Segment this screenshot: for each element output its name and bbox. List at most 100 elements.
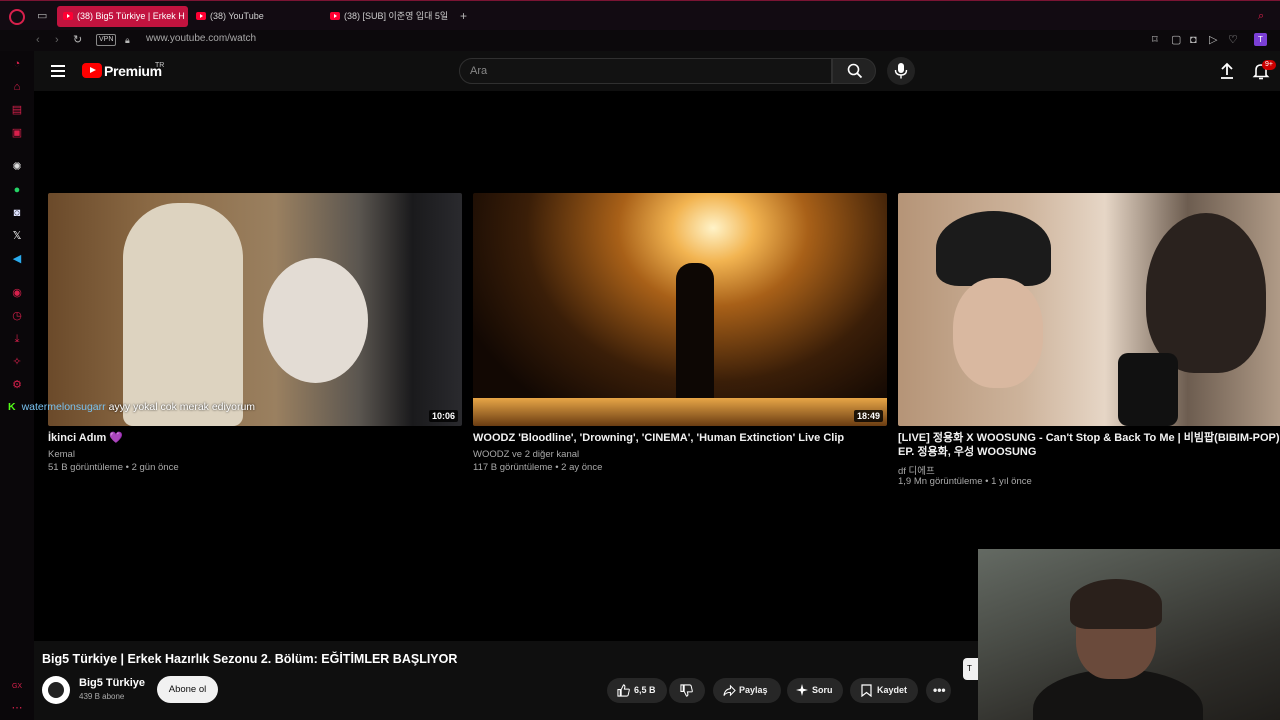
youtube-favicon-icon [330, 12, 340, 20]
tab-youtube[interactable]: (38) YouTube [190, 6, 320, 27]
share-icon [723, 684, 736, 697]
subscribe-button[interactable]: Abone ol [157, 676, 218, 703]
player-sidebar-icon[interactable]: ◉ [10, 286, 24, 300]
thumbnail-performer [676, 263, 714, 403]
chat-message-text: ayyy yokal cok merak ediyorum [108, 401, 256, 413]
gx-icon[interactable]: GX [10, 680, 24, 694]
video-thumbnail[interactable]: 18:49 [473, 193, 887, 426]
pinboard-icon[interactable]: ▤ [10, 103, 24, 117]
extension-icon[interactable]: ◘ [1190, 33, 1197, 47]
webcam-overlay [978, 549, 1280, 720]
browser-tab-bar: ▭ (38) Big5 Türkiye | Erkek H (38) YouTu… [0, 0, 1280, 30]
voice-search-button[interactable] [887, 57, 915, 85]
aria-icon[interactable]: ◔ [10, 57, 24, 71]
discord-icon[interactable]: ◙ [10, 206, 24, 220]
more-dots-icon: ••• [933, 683, 946, 697]
webcam-person-hair [1070, 579, 1162, 629]
opera-logo-icon[interactable] [9, 9, 25, 25]
tab-label: (38) YouTube [210, 11, 264, 21]
thumbs-up-icon [617, 684, 630, 697]
search-icon [847, 63, 863, 79]
bookmark-icon[interactable]: ⌑ [1152, 33, 1158, 47]
snapshot-icon[interactable]: ▢ [1171, 33, 1181, 47]
ask-button[interactable]: Soru [787, 678, 843, 703]
browser-sidebar: ◔ ⌂ ▤ ▣ ✺ ● ◙ 𝕏 ◀ ◉ ◷ ⤓ ✧ ⚙ GX ⋯ [0, 51, 34, 720]
tab-label: (38) [SUB] 이준영 입대 5일 [344, 11, 449, 21]
tab-label: (38) Big5 Türkiye | Erkek H [77, 11, 185, 21]
thumbs-down-icon [680, 684, 693, 697]
search-button[interactable] [832, 58, 876, 84]
settings-icon[interactable]: ⚙ [10, 378, 24, 392]
address-bar: ‹ › ↻ VPN 🔒︎ www.youtube.com/watch ⌑ ▢ ◘… [0, 30, 1280, 51]
video-title[interactable]: İkinci Adım 💜 [48, 431, 468, 445]
save-button[interactable]: Kaydet [850, 678, 918, 703]
video-channel[interactable]: df 디에프 [898, 463, 935, 477]
tab-search-icon[interactable]: ⌕ [1258, 9, 1264, 23]
video-channel[interactable]: Kemal [48, 449, 75, 460]
profile-icon[interactable]: T [1254, 33, 1267, 46]
tab-big5[interactable]: (38) Big5 Türkiye | Erkek H [57, 6, 188, 27]
extensions-sidebar-icon[interactable]: ✧ [10, 355, 24, 369]
player-icon[interactable]: ▷ [1209, 33, 1217, 47]
video-meta: 51 B görüntüleme • 2 gün önce [48, 462, 179, 473]
whatsapp-icon[interactable]: ● [10, 183, 24, 197]
region-code: TR [155, 62, 165, 69]
video-duration: 18:49 [853, 410, 883, 422]
url-field[interactable]: www.youtube.com/watch [146, 33, 256, 44]
kick-icon: K [8, 401, 16, 413]
ask-label: Soru [812, 685, 833, 695]
channel-name[interactable]: Big5 Türkiye [79, 677, 145, 689]
sparkle-icon [796, 684, 808, 696]
dislike-button[interactable] [669, 678, 705, 703]
video-meta: 117 B görüntüleme • 2 ay önce [473, 462, 603, 473]
more-icon[interactable]: ⋯ [10, 701, 24, 715]
video-title[interactable]: WOODZ 'Bloodline', 'Drowning', 'CINEMA',… [473, 431, 893, 445]
notification-count-badge: 9+ [1262, 60, 1276, 70]
back-icon[interactable]: ‹ [36, 33, 40, 47]
x-twitter-icon[interactable]: 𝕏 [10, 229, 24, 243]
side-panel-tab[interactable]: T [963, 658, 978, 680]
thumbnail-person-right [1146, 213, 1266, 373]
new-tab-button[interactable]: + [460, 9, 467, 23]
thumbnail-stage-floor [473, 398, 887, 426]
video-channel[interactable]: WOODZ ve 2 diğer kanal [473, 449, 579, 460]
hamburger-menu-icon[interactable] [51, 65, 65, 77]
music-icon[interactable]: ▣ [10, 126, 24, 140]
bookmark-save-icon [861, 684, 872, 697]
save-label: Kaydet [877, 685, 908, 695]
workspaces-icon[interactable]: ▭ [37, 9, 47, 23]
upload-icon [1221, 62, 1233, 79]
more-actions-button[interactable]: ••• [926, 678, 951, 703]
video-thumbnail[interactable] [898, 193, 1280, 426]
youtube-favicon-icon [196, 12, 206, 20]
video-title[interactable]: [LIVE] 정용화 X WOOSUNG - Can't Stop & Back… [898, 431, 1280, 459]
vpn-badge[interactable]: VPN [96, 34, 117, 46]
subscriber-count: 439 B abone [79, 692, 125, 701]
chatgpt-icon[interactable]: ✺ [10, 160, 24, 174]
forward-icon[interactable]: › [55, 33, 59, 47]
microphone-icon [894, 63, 908, 79]
video-meta: 1,9 Mn görüntüleme • 1 yıl önce [898, 476, 1032, 487]
heart-icon[interactable]: ♡ [1228, 33, 1238, 47]
downloads-icon[interactable]: ⤓ [10, 332, 24, 346]
thumbnail-person-face [953, 278, 1043, 388]
tab-sub-video[interactable]: (38) [SUB] 이준영 입대 5일 [324, 6, 454, 27]
thumbnail-microphone [1118, 353, 1178, 426]
chat-overlay-message: Kwatermelonsugarr ayyy yokal cok merak e… [8, 401, 255, 413]
thumbnail-face-right [263, 258, 368, 383]
share-button[interactable]: Paylaş [713, 678, 781, 703]
reload-icon[interactable]: ↻ [73, 33, 82, 47]
crypto-wallet-icon[interactable]: ⌂ [10, 80, 24, 94]
like-button[interactable]: 6,5 B [607, 678, 667, 703]
youtube-favicon-icon [63, 12, 73, 20]
chat-username: watermelonsugarr [21, 401, 106, 413]
lock-icon[interactable]: 🔒︎ [125, 33, 130, 47]
upload-button[interactable] [1218, 62, 1236, 80]
logo-text: Premium [104, 63, 162, 79]
thumbnail-figure-left [123, 203, 243, 426]
history-icon[interactable]: ◷ [10, 309, 24, 323]
avatar[interactable] [42, 676, 70, 704]
video-thumbnail[interactable]: 10:06 [48, 193, 462, 426]
telegram-icon[interactable]: ◀ [10, 252, 24, 266]
search-input[interactable] [459, 58, 832, 84]
